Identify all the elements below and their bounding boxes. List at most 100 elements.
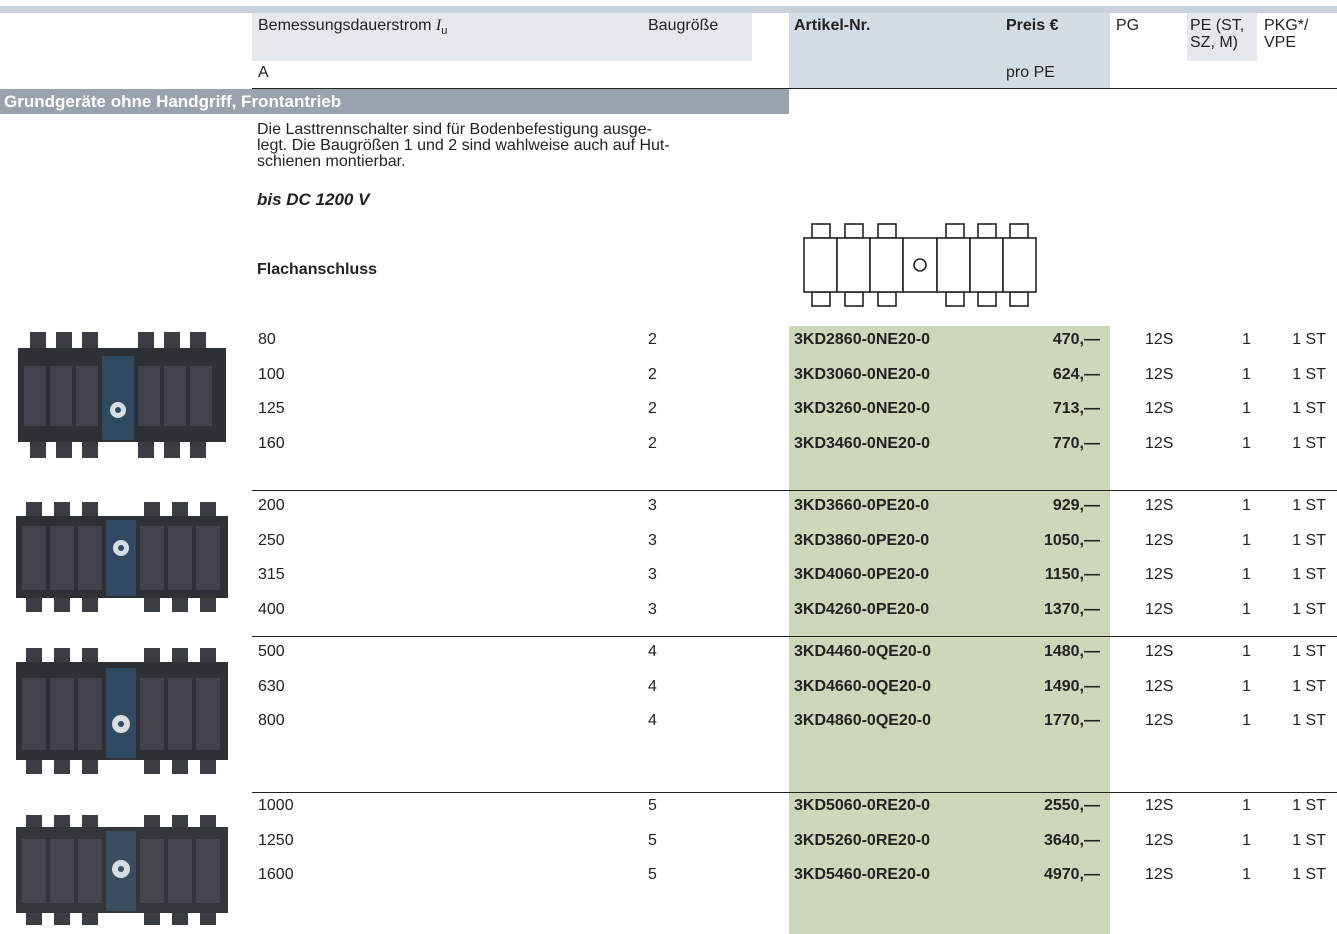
cell-price: 770,—: [1052, 434, 1100, 452]
cell-pkg: 1 ST: [1292, 400, 1326, 417]
product-image-size-2: [18, 332, 226, 458]
cell-article: 3KD3460-0NE20-0: [794, 434, 931, 452]
cell-size: 5: [648, 866, 657, 883]
cell-price: 929,—: [1052, 497, 1100, 514]
cell-size: 4: [648, 677, 657, 695]
cell-article: 3KD4060-0PE20-0: [794, 566, 930, 583]
cell-pe: 1: [1242, 866, 1251, 883]
cell-pg: 12S: [1145, 600, 1174, 618]
group-divider: [252, 636, 1337, 637]
cell-pe: 1: [1242, 434, 1251, 452]
cell-current: 315: [258, 566, 285, 583]
cell-pe: 1: [1242, 566, 1251, 583]
group-divider: [252, 792, 1337, 793]
cell-current: 630: [258, 677, 285, 695]
cell-price: 2550,—: [1043, 797, 1100, 814]
cell-pkg: 1 ST: [1292, 831, 1326, 849]
cell-price: 4970,—: [1043, 866, 1100, 883]
cell-current: 125: [258, 400, 285, 417]
cell-pkg: 1 ST: [1292, 600, 1326, 618]
cell-pe: 1: [1242, 331, 1251, 348]
cell-pe: 1: [1242, 400, 1251, 417]
cell-price: 1480,—: [1043, 643, 1100, 660]
cell-price: 1370,—: [1043, 600, 1100, 618]
cell-pkg: 1 ST: [1292, 365, 1326, 383]
cell-pkg: 1 ST: [1292, 677, 1326, 695]
connection-label: Flachanschluss: [257, 261, 378, 278]
header-pe: PE (ST, SZ, M): [1190, 17, 1245, 51]
cell-pg: 12S: [1145, 566, 1174, 583]
cell-size: 5: [648, 831, 657, 849]
header-current: Bemessungsdauerstrom Iu: [258, 17, 448, 38]
cell-pe: 1: [1242, 831, 1251, 849]
header-size: Baugröße: [648, 17, 719, 34]
cell-article: 3KD5060-0RE20-0: [794, 797, 931, 814]
cell-size: 4: [648, 712, 657, 729]
cell-price: 3640,—: [1043, 831, 1100, 849]
header-pkg: PKG*/VPE: [1264, 17, 1309, 51]
cell-size: 3: [648, 566, 657, 583]
cell-pg: 12S: [1145, 400, 1174, 417]
cell-size: 3: [648, 600, 657, 618]
cell-pg: 12S: [1145, 712, 1174, 729]
cell-pg: 12S: [1145, 643, 1174, 660]
product-image-size-4: [16, 648, 228, 774]
cell-article: 3KD4860-0QE20-0: [794, 712, 931, 729]
cell-pkg: 1 ST: [1292, 866, 1326, 883]
top-rule: [0, 6, 1337, 13]
cell-pkg: 1 ST: [1292, 497, 1326, 514]
section-description: Die Lasttrennschalter sind für Bodenbefe…: [257, 121, 670, 170]
cell-pg: 12S: [1145, 831, 1174, 849]
cell-pg: 12S: [1145, 677, 1174, 695]
cell-pe: 1: [1242, 677, 1251, 695]
cell-pg: 12S: [1145, 434, 1174, 452]
unit-current: A: [258, 64, 269, 81]
product-image-size-5: [16, 815, 228, 925]
product-image-size-3: [16, 502, 228, 612]
cell-article: 3KD3660-0PE20-0: [794, 497, 930, 514]
cell-size: 2: [648, 331, 657, 348]
cell-article: 3KD3060-0NE20-0: [794, 365, 931, 383]
cell-pg: 12S: [1145, 497, 1174, 514]
cell-current: 160: [258, 434, 285, 452]
cell-size: 3: [648, 497, 657, 514]
cell-price: 1150,—: [1044, 566, 1100, 583]
cell-pkg: 1 ST: [1292, 797, 1326, 814]
cell-size: 2: [648, 400, 657, 417]
cell-current: 100: [258, 365, 285, 383]
cell-article: 3KD2860-0NE20-0: [794, 331, 931, 348]
cell-current: 400: [258, 600, 285, 618]
cell-current: 250: [258, 531, 285, 549]
header-price: Preis €: [1006, 17, 1059, 34]
section-title: Grundgeräte ohne Handgriff, Frontantrieb: [0, 89, 789, 114]
cell-pkg: 1 ST: [1292, 712, 1326, 729]
cell-price: 713,—: [1052, 400, 1100, 417]
cell-pkg: 1 ST: [1292, 566, 1326, 583]
unit-price: pro PE: [1006, 64, 1055, 81]
cell-current: 200: [258, 497, 285, 514]
cell-pg: 12S: [1145, 331, 1174, 348]
cell-pg: 12S: [1145, 365, 1174, 383]
cell-size: 2: [648, 365, 657, 383]
cell-article: 3KD3860-0PE20-0: [794, 531, 930, 549]
cell-pg: 12S: [1145, 797, 1174, 814]
cell-size: 3: [648, 531, 657, 549]
cell-pkg: 1 ST: [1292, 531, 1326, 549]
cell-pe: 1: [1242, 365, 1251, 383]
cell-size: 4: [648, 643, 657, 660]
cell-pe: 1: [1242, 712, 1251, 729]
cell-price: 1770,—: [1043, 712, 1100, 729]
cell-current: 80: [258, 331, 276, 348]
cell-pe: 1: [1242, 497, 1251, 514]
cell-pkg: 1 ST: [1292, 331, 1326, 348]
cell-pg: 12S: [1145, 866, 1174, 883]
cell-article: 3KD5460-0RE20-0: [794, 866, 931, 883]
cell-pe: 1: [1242, 643, 1251, 660]
header-article: Artikel-Nr.: [794, 17, 871, 34]
cell-current: 1600: [258, 866, 294, 883]
cell-size: 5: [648, 797, 657, 814]
cell-article: 3KD4460-0QE20-0: [794, 643, 931, 660]
cell-article: 3KD4260-0PE20-0: [794, 600, 930, 618]
cell-pe: 1: [1242, 531, 1251, 549]
cell-price: 1490,—: [1043, 677, 1100, 695]
